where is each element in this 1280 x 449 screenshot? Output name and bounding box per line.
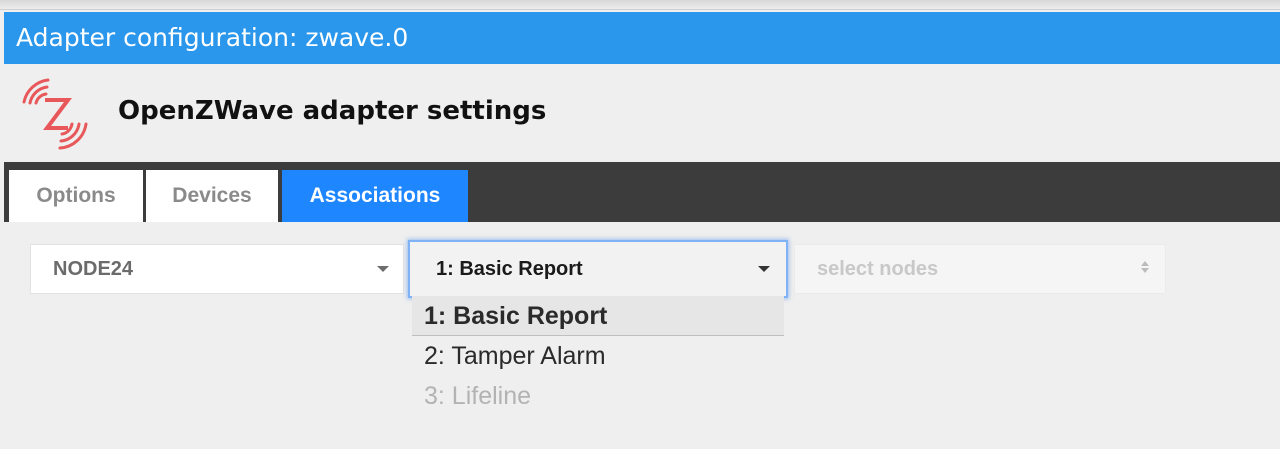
group-select-value: 1: Basic Report	[436, 258, 583, 280]
group-dropdown-list: 1: Basic Report 2: Tamper Alarm 3: Lifel…	[412, 296, 784, 416]
node-select-value: NODE24	[53, 258, 134, 280]
nodes-select[interactable]: select nodes	[794, 244, 1166, 294]
chevron-down-icon	[377, 266, 389, 272]
node-select[interactable]: NODE24	[30, 244, 404, 294]
tab-associations[interactable]: Associations	[282, 170, 468, 222]
dropdown-option[interactable]: 1: Basic Report	[412, 296, 784, 336]
adapter-header: OpenZWave adapter settings	[4, 64, 1280, 162]
nodes-select-placeholder: select nodes	[817, 258, 939, 280]
window-top-edge	[0, 0, 1280, 10]
tab-bar: Options Devices Associations	[4, 162, 1280, 222]
tab-devices[interactable]: Devices	[146, 170, 278, 222]
window-title: Adapter configuration: zwave.0	[4, 12, 1280, 64]
dropdown-option[interactable]: 2: Tamper Alarm	[412, 336, 784, 376]
up-down-arrows-icon	[1141, 261, 1149, 275]
zwave-logo-icon	[22, 78, 88, 150]
tab-options[interactable]: Options	[9, 170, 143, 222]
page-title: OpenZWave adapter settings	[118, 96, 547, 126]
chevron-down-icon	[758, 266, 770, 272]
dropdown-option: 3: Lifeline	[424, 382, 532, 410]
group-select[interactable]: 1: Basic Report	[408, 240, 788, 298]
associations-panel: NODE24 1: Basic Report select nodes 1: B…	[4, 222, 1280, 449]
